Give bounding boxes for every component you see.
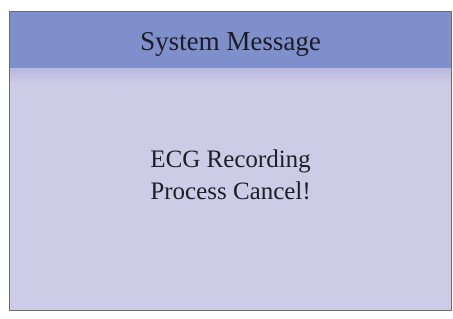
dialog-title: System Message bbox=[140, 25, 321, 56]
dialog-title-bar: System Message bbox=[10, 12, 451, 68]
system-message-dialog: System Message ECG Recording Process Can… bbox=[9, 11, 452, 311]
title-bar-shadow bbox=[10, 68, 451, 84]
message-line-2: Process Cancel! bbox=[150, 178, 311, 205]
message-line-1: ECG Recording bbox=[150, 146, 311, 173]
dialog-message: ECG Recording Process Cancel! bbox=[10, 144, 451, 208]
